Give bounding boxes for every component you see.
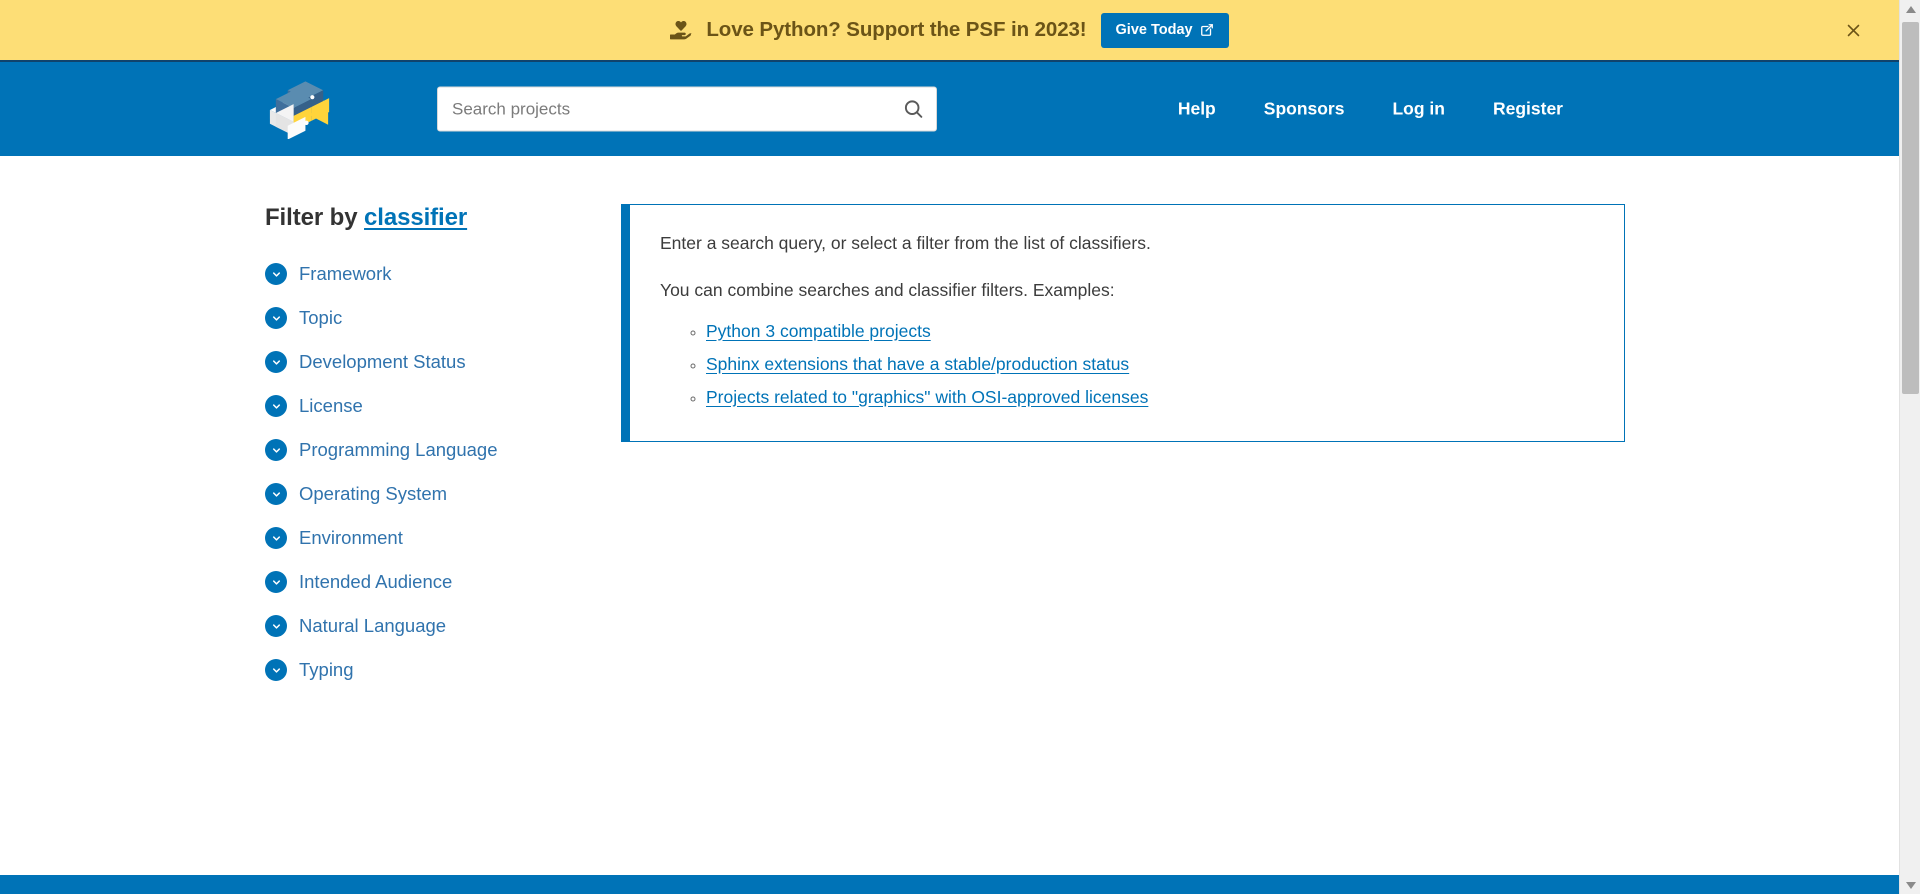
callout-paragraph-2: You can combine searches and classifier … — [660, 280, 1115, 301]
filter-label: License — [299, 395, 363, 416]
filter-sidebar: Filter by classifier Framework Topic Dev… — [265, 204, 615, 703]
filter-toggle-operating-system[interactable]: Operating System — [265, 483, 447, 505]
scrollbar-thumb[interactable] — [1902, 22, 1919, 394]
filter-item-natural-language: Natural Language — [265, 615, 615, 637]
example-link-sphinx-stable[interactable]: Sphinx extensions that have a stable/pro… — [706, 354, 1129, 374]
filter-label: Development Status — [299, 351, 466, 372]
page-viewport: Love Python? Support the PSF in 2023! Gi… — [0, 0, 1899, 894]
list-item: Projects related to "graphics" with OSI-… — [706, 384, 1594, 411]
filter-label: Programming Language — [299, 439, 498, 460]
page-scrollbar[interactable] — [1899, 0, 1920, 894]
nav-link-sponsors[interactable]: Sponsors — [1240, 91, 1369, 128]
classifier-link[interactable]: classifier — [364, 204, 467, 231]
filter-label: Framework — [299, 263, 392, 284]
filter-item-topic: Topic — [265, 307, 615, 329]
filter-label: Operating System — [299, 483, 448, 504]
filter-item-environment: Environment — [265, 527, 615, 549]
classifier-filter-list: Framework Topic Development Status Licen… — [265, 263, 615, 681]
filter-toggle-intended-audience[interactable]: Intended Audience — [265, 571, 452, 593]
filter-item-operating-system: Operating System — [265, 483, 615, 505]
search-input[interactable] — [437, 86, 937, 132]
hand-holding-heart-icon — [670, 21, 693, 41]
filter-toggle-programming-language[interactable]: Programming Language — [265, 439, 498, 461]
filter-toggle-framework[interactable]: Framework — [265, 263, 392, 285]
pypi-logo[interactable] — [264, 79, 338, 139]
chevron-down-icon — [265, 571, 287, 593]
chevron-down-icon — [265, 263, 287, 285]
filter-label: Topic — [299, 307, 343, 328]
filter-label: Intended Audience — [299, 571, 453, 592]
chevron-down-icon — [265, 439, 287, 461]
filter-item-development-status: Development Status — [265, 351, 615, 373]
chevron-down-icon — [265, 527, 287, 549]
list-item: Python 3 compatible projects — [706, 318, 1594, 345]
psf-banner-content: Love Python? Support the PSF in 2023! Gi… — [670, 12, 1229, 48]
filter-toggle-natural-language[interactable]: Natural Language — [265, 615, 446, 637]
example-query-list: Python 3 compatible projects Sphinx exte… — [660, 318, 1594, 411]
search-help-callout: Enter a search query, or select a filter… — [621, 204, 1625, 442]
search-form — [437, 86, 937, 132]
filter-heading-prefix: Filter by — [265, 204, 365, 231]
search-icon — [904, 100, 922, 118]
banner-close-button[interactable] — [1839, 16, 1867, 44]
callout-paragraph-1: Enter a search query, or select a filter… — [660, 233, 1151, 253]
filter-item-intended-audience: Intended Audience — [265, 571, 615, 593]
list-item: Sphinx extensions that have a stable/pro… — [706, 351, 1594, 378]
give-today-label: Give Today — [1115, 21, 1193, 38]
filter-label: Typing — [299, 659, 354, 680]
filter-item-typing: Typing — [265, 659, 615, 681]
search-help-column: Enter a search query, or select a filter… — [615, 204, 1899, 703]
site-header: Help Sponsors Log in Register — [0, 62, 1899, 156]
external-link-icon — [1200, 23, 1214, 37]
filter-by-classifier-heading: Filter by classifier — [265, 204, 615, 232]
chevron-down-icon — [265, 307, 287, 329]
scroll-up-arrow-icon[interactable] — [1900, 0, 1920, 18]
filter-label: Environment — [299, 527, 403, 548]
chevron-down-icon — [265, 351, 287, 373]
header-nav: Help Sponsors Log in Register — [1154, 91, 1587, 128]
filter-item-license: License — [265, 395, 615, 417]
nav-link-help[interactable]: Help — [1154, 91, 1240, 128]
give-today-button[interactable]: Give Today — [1100, 12, 1229, 48]
chevron-down-icon — [265, 395, 287, 417]
filter-toggle-environment[interactable]: Environment — [265, 527, 403, 549]
content-row: Filter by classifier Framework Topic Dev… — [0, 156, 1899, 703]
filter-toggle-topic[interactable]: Topic — [265, 307, 342, 329]
main-content: Filter by classifier Framework Topic Dev… — [0, 156, 1899, 875]
search-wrapper — [437, 86, 937, 132]
example-link-graphics-osi[interactable]: Projects related to "graphics" with OSI-… — [706, 387, 1148, 407]
nav-link-login[interactable]: Log in — [1368, 91, 1468, 128]
filter-toggle-typing[interactable]: Typing — [265, 659, 354, 681]
close-icon — [1847, 24, 1859, 36]
filter-item-programming-language: Programming Language — [265, 439, 615, 461]
nav-link-register[interactable]: Register — [1469, 91, 1587, 128]
filter-label: Natural Language — [299, 615, 447, 636]
scroll-down-arrow-icon[interactable] — [1900, 876, 1920, 894]
psf-donation-banner: Love Python? Support the PSF in 2023! Gi… — [0, 0, 1899, 62]
filter-toggle-development-status[interactable]: Development Status — [265, 351, 466, 373]
chevron-down-icon — [265, 483, 287, 505]
psf-banner-text: Love Python? Support the PSF in 2023! — [706, 18, 1087, 41]
chevron-down-icon — [265, 659, 287, 681]
footer-strip — [0, 875, 1899, 894]
chevron-down-icon — [265, 615, 287, 637]
search-submit-button[interactable] — [898, 94, 928, 124]
filter-item-framework: Framework — [265, 263, 615, 285]
filter-toggle-license[interactable]: License — [265, 395, 363, 417]
example-link-python3[interactable]: Python 3 compatible projects — [706, 321, 931, 341]
